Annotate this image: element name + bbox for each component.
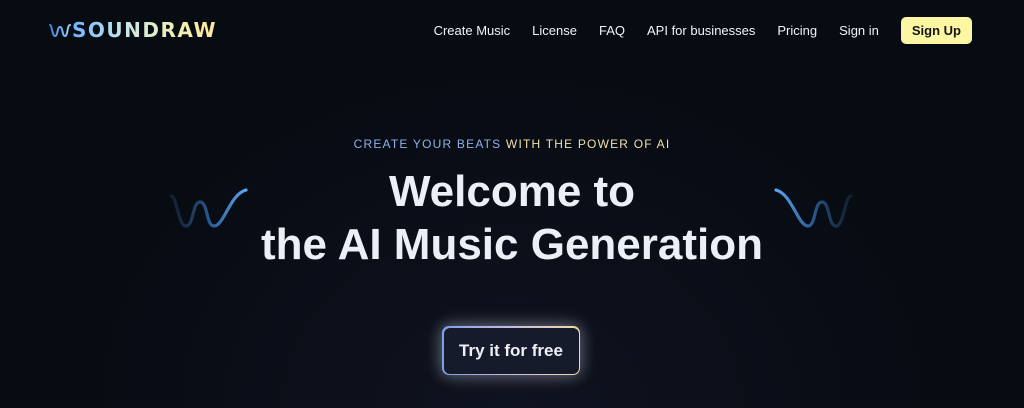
nav-license[interactable]: License [532,23,577,38]
waveform-icon [49,24,71,38]
try-it-free-label: Try it for free [443,327,579,374]
main-nav: Create Music License FAQ API for busines… [434,17,972,44]
hero-headline: Welcome to the AI Music Generation [0,165,1024,271]
site-header: SOUNDRAW Create Music License FAQ API fo… [0,0,1024,62]
nav-faq[interactable]: FAQ [599,23,625,38]
brand-name: SOUNDRAW [72,18,218,42]
sign-up-button[interactable]: Sign Up [900,17,972,44]
headline-line-2: the AI Music Generation [260,220,763,269]
brand-logo[interactable]: SOUNDRAW [49,16,217,44]
try-it-free-button[interactable]: Try it for free [442,326,580,375]
headline-line-1: Welcome to [388,167,636,216]
nav-pricing[interactable]: Pricing [777,23,817,38]
eyebrow-part-2: WITH THE POWER OF AI [501,137,671,151]
decorative-wave-left-icon [169,188,248,228]
landing-page: SOUNDRAW Create Music License FAQ API fo… [0,0,1024,408]
nav-api-for-businesses[interactable]: API for businesses [647,23,755,38]
decorative-wave-right-icon [774,188,853,228]
nav-create-music[interactable]: Create Music [434,23,511,38]
eyebrow-part-1: CREATE YOUR BEATS [353,137,502,151]
hero-eyebrow: CREATE YOUR BEATS WITH THE POWER OF AI [0,137,1024,151]
nav-sign-in[interactable]: Sign in [839,23,879,38]
